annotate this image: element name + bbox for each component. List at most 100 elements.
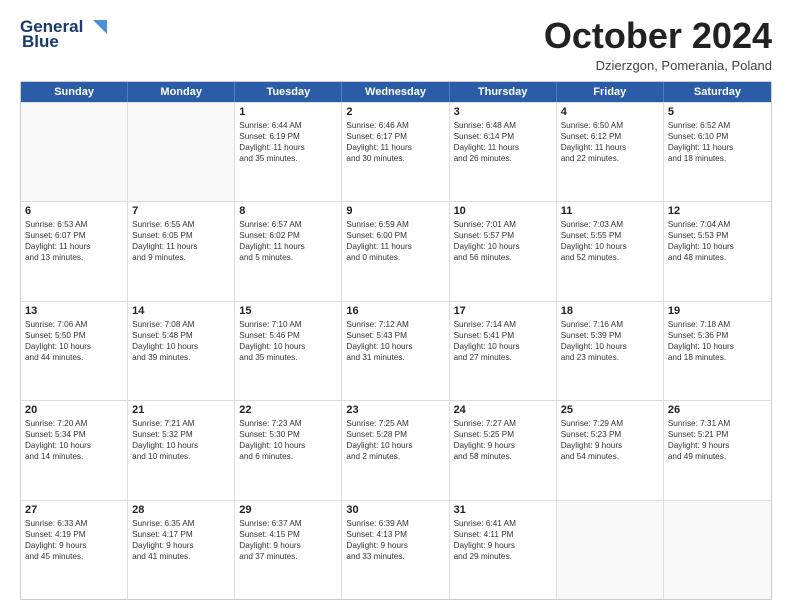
calendar-cell: 28Sunrise: 6:35 AMSunset: 4:17 PMDayligh… xyxy=(128,501,235,599)
calendar-cell: 7Sunrise: 6:55 AMSunset: 6:05 PMDaylight… xyxy=(128,202,235,300)
cell-info-line: Daylight: 10 hours xyxy=(25,341,123,352)
cell-info-line: Daylight: 9 hours xyxy=(454,540,552,551)
cell-info-line: and 2 minutes. xyxy=(346,451,444,462)
day-number: 25 xyxy=(561,404,659,416)
cell-info-line: Sunset: 5:50 PM xyxy=(25,330,123,341)
calendar-cell: 26Sunrise: 7:31 AMSunset: 5:21 PMDayligh… xyxy=(664,401,771,499)
cell-info-line: and 6 minutes. xyxy=(239,451,337,462)
day-number: 10 xyxy=(454,205,552,217)
cell-info-line: Daylight: 11 hours xyxy=(561,142,659,153)
cell-info-line: Daylight: 10 hours xyxy=(561,341,659,352)
calendar-cell: 11Sunrise: 7:03 AMSunset: 5:55 PMDayligh… xyxy=(557,202,664,300)
day-number: 21 xyxy=(132,404,230,416)
cell-info-line: Sunset: 4:13 PM xyxy=(346,529,444,540)
location-subtitle: Dzierzgon, Pomerania, Poland xyxy=(544,58,772,73)
cell-info-line: Sunset: 5:43 PM xyxy=(346,330,444,341)
cell-info-line: and 54 minutes. xyxy=(561,451,659,462)
title-block: October 2024 Dzierzgon, Pomerania, Polan… xyxy=(544,16,772,73)
day-number: 15 xyxy=(239,305,337,317)
cell-info-line: Sunset: 6:12 PM xyxy=(561,131,659,142)
weekday-header: Monday xyxy=(128,82,235,102)
cell-info-line: and 35 minutes. xyxy=(239,153,337,164)
cell-info-line: Sunset: 6:10 PM xyxy=(668,131,767,142)
cell-info-line: Daylight: 9 hours xyxy=(25,540,123,551)
calendar-header: SundayMondayTuesdayWednesdayThursdayFrid… xyxy=(21,82,771,102)
day-number: 8 xyxy=(239,205,337,217)
weekday-header: Wednesday xyxy=(342,82,449,102)
cell-info-line: Sunrise: 7:10 AM xyxy=(239,319,337,330)
calendar-cell xyxy=(664,501,771,599)
cell-info-line: Sunrise: 7:04 AM xyxy=(668,219,767,230)
cell-info-line: and 22 minutes. xyxy=(561,153,659,164)
cell-info-line: Daylight: 10 hours xyxy=(668,241,767,252)
cell-info-line: Sunset: 5:32 PM xyxy=(132,429,230,440)
cell-info-line: Sunrise: 7:03 AM xyxy=(561,219,659,230)
cell-info-line: Sunset: 5:34 PM xyxy=(25,429,123,440)
logo-wing-icon xyxy=(85,16,107,38)
cell-info-line: Sunrise: 6:48 AM xyxy=(454,120,552,131)
cell-info-line: Daylight: 9 hours xyxy=(346,540,444,551)
day-number: 29 xyxy=(239,504,337,516)
cell-info-line: Daylight: 11 hours xyxy=(346,241,444,252)
cell-info-line: Sunset: 5:57 PM xyxy=(454,230,552,241)
cell-info-line: Daylight: 10 hours xyxy=(454,341,552,352)
cell-info-line: Daylight: 10 hours xyxy=(561,241,659,252)
calendar-cell: 30Sunrise: 6:39 AMSunset: 4:13 PMDayligh… xyxy=(342,501,449,599)
cell-info-line: Sunrise: 6:59 AM xyxy=(346,219,444,230)
calendar-cell: 9Sunrise: 6:59 AMSunset: 6:00 PMDaylight… xyxy=(342,202,449,300)
day-number: 2 xyxy=(346,106,444,118)
calendar-cell: 8Sunrise: 6:57 AMSunset: 6:02 PMDaylight… xyxy=(235,202,342,300)
cell-info-line: Sunrise: 7:29 AM xyxy=(561,418,659,429)
cell-info-line: and 52 minutes. xyxy=(561,252,659,263)
cell-info-line: Sunrise: 6:41 AM xyxy=(454,518,552,529)
logo: General Blue xyxy=(20,16,107,52)
cell-info-line: and 35 minutes. xyxy=(239,352,337,363)
cell-info-line: Sunrise: 7:20 AM xyxy=(25,418,123,429)
cell-info-line: and 56 minutes. xyxy=(454,252,552,263)
day-number: 23 xyxy=(346,404,444,416)
calendar-cell: 29Sunrise: 6:37 AMSunset: 4:15 PMDayligh… xyxy=(235,501,342,599)
day-number: 6 xyxy=(25,205,123,217)
cell-info-line: Daylight: 10 hours xyxy=(132,440,230,451)
cell-info-line: Daylight: 11 hours xyxy=(668,142,767,153)
day-number: 20 xyxy=(25,404,123,416)
cell-info-line: Sunset: 6:19 PM xyxy=(239,131,337,142)
day-number: 28 xyxy=(132,504,230,516)
cell-info-line: Sunrise: 6:46 AM xyxy=(346,120,444,131)
calendar-cell: 27Sunrise: 6:33 AMSunset: 4:19 PMDayligh… xyxy=(21,501,128,599)
cell-info-line: and 0 minutes. xyxy=(346,252,444,263)
day-number: 4 xyxy=(561,106,659,118)
cell-info-line: and 13 minutes. xyxy=(25,252,123,263)
cell-info-line: and 37 minutes. xyxy=(239,551,337,562)
calendar-cell: 24Sunrise: 7:27 AMSunset: 5:25 PMDayligh… xyxy=(450,401,557,499)
calendar-cell: 21Sunrise: 7:21 AMSunset: 5:32 PMDayligh… xyxy=(128,401,235,499)
cell-info-line: Sunrise: 7:18 AM xyxy=(668,319,767,330)
day-number: 9 xyxy=(346,205,444,217)
cell-info-line: Sunset: 5:48 PM xyxy=(132,330,230,341)
cell-info-line: and 58 minutes. xyxy=(454,451,552,462)
cell-info-line: and 49 minutes. xyxy=(668,451,767,462)
cell-info-line: Daylight: 10 hours xyxy=(454,241,552,252)
calendar-cell xyxy=(128,103,235,201)
calendar-cell: 5Sunrise: 6:52 AMSunset: 6:10 PMDaylight… xyxy=(664,103,771,201)
cell-info-line: Sunrise: 7:31 AM xyxy=(668,418,767,429)
cell-info-line: Daylight: 11 hours xyxy=(25,241,123,252)
cell-info-line: Daylight: 11 hours xyxy=(346,142,444,153)
cell-info-line: Sunset: 5:23 PM xyxy=(561,429,659,440)
calendar-week-row: 13Sunrise: 7:06 AMSunset: 5:50 PMDayligh… xyxy=(21,301,771,400)
cell-info-line: Daylight: 10 hours xyxy=(239,341,337,352)
day-number: 13 xyxy=(25,305,123,317)
cell-info-line: Sunset: 5:53 PM xyxy=(668,230,767,241)
calendar-cell: 31Sunrise: 6:41 AMSunset: 4:11 PMDayligh… xyxy=(450,501,557,599)
calendar-week-row: 6Sunrise: 6:53 AMSunset: 6:07 PMDaylight… xyxy=(21,201,771,300)
cell-info-line: Daylight: 10 hours xyxy=(25,440,123,451)
day-number: 26 xyxy=(668,404,767,416)
cell-info-line: and 30 minutes. xyxy=(346,153,444,164)
cell-info-line: Sunset: 4:19 PM xyxy=(25,529,123,540)
day-number: 14 xyxy=(132,305,230,317)
calendar-week-row: 1Sunrise: 6:44 AMSunset: 6:19 PMDaylight… xyxy=(21,102,771,201)
weekday-header: Friday xyxy=(557,82,664,102)
cell-info-line: and 10 minutes. xyxy=(132,451,230,462)
cell-info-line: Sunrise: 6:44 AM xyxy=(239,120,337,131)
cell-info-line: Sunrise: 6:33 AM xyxy=(25,518,123,529)
